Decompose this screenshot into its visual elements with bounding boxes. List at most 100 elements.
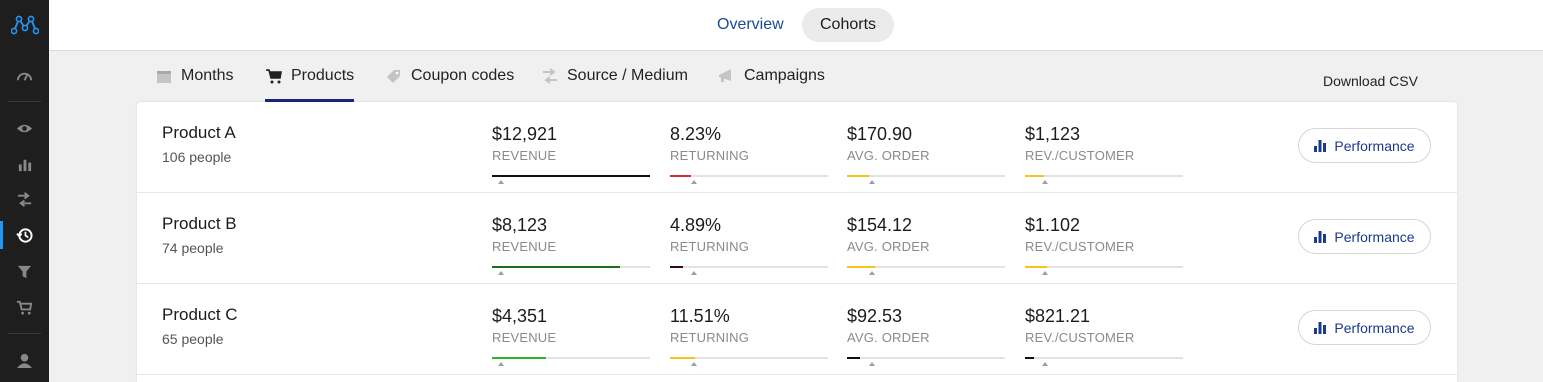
subtab-label: Coupon codes bbox=[411, 67, 515, 84]
performance-button-label: Performance bbox=[1334, 319, 1415, 336]
metric-label: AVG. ORDER bbox=[847, 148, 930, 163]
metric-value: $821.21 bbox=[1025, 306, 1091, 326]
metric-label: REVENUE bbox=[492, 148, 557, 163]
shuffle-icon[interactable] bbox=[0, 184, 49, 214]
metric-value: $170.90 bbox=[847, 124, 913, 144]
metric-bar-track bbox=[670, 266, 828, 268]
metric-value: $154.12 bbox=[847, 215, 913, 235]
metric-bar-fill bbox=[492, 357, 546, 359]
eye-icon[interactable] bbox=[0, 113, 49, 143]
history-icon[interactable] bbox=[0, 220, 49, 250]
cart-icon bbox=[265, 67, 283, 85]
average-marker-icon bbox=[498, 362, 504, 366]
average-marker-icon bbox=[869, 180, 875, 184]
metric-bar-fill bbox=[670, 175, 691, 177]
product-people-count: 65 people bbox=[162, 331, 224, 347]
metric-rev-per-customer: $821.21 REV./CUSTOMER bbox=[1025, 305, 1183, 367]
table-row: Product B 74 people $8,123 REVENUE 4.89% RETU… bbox=[137, 193, 1457, 284]
metric-value: 4.89% bbox=[670, 215, 722, 235]
cart-icon[interactable] bbox=[0, 292, 49, 322]
average-marker-icon bbox=[869, 271, 875, 275]
product-people-count: 74 people bbox=[162, 240, 224, 256]
metric-bar-fill bbox=[492, 266, 620, 268]
metric-avg-order: $154.12 AVG. ORDER bbox=[847, 214, 1005, 276]
subtab-products[interactable]: Products bbox=[265, 62, 355, 102]
funnel-icon[interactable] bbox=[0, 256, 49, 286]
download-csv-link[interactable]: Download CSV bbox=[1323, 72, 1418, 90]
metric-label: REV./CUSTOMER bbox=[1025, 239, 1135, 254]
product-name: Product B bbox=[162, 214, 237, 233]
metric-bar-track bbox=[847, 175, 1005, 177]
subtab-coupon-codes[interactable]: Coupon codes bbox=[385, 62, 514, 102]
average-marker-icon bbox=[691, 180, 697, 184]
metric-value: $8,123 bbox=[492, 215, 548, 235]
average-marker-icon bbox=[1042, 180, 1048, 184]
subtab-label: Products bbox=[291, 67, 355, 84]
performance-button-label: Performance bbox=[1334, 228, 1415, 245]
metric-rev-per-customer: $1.102 REV./CUSTOMER bbox=[1025, 214, 1183, 276]
subtab-campaigns[interactable]: Campaigns bbox=[718, 62, 825, 102]
bar-chart-icon bbox=[1314, 139, 1327, 152]
speedometer-icon[interactable] bbox=[0, 61, 49, 91]
metric-bar-fill bbox=[1025, 175, 1044, 177]
bar-chart-icon[interactable] bbox=[0, 149, 49, 179]
user-icon[interactable] bbox=[0, 345, 49, 375]
metric-bar-track bbox=[1025, 175, 1183, 177]
performance-button[interactable]: Performance bbox=[1298, 128, 1431, 163]
metric-bar-track bbox=[847, 266, 1005, 268]
metric-bar-track bbox=[492, 266, 650, 268]
metric-label: AVG. ORDER bbox=[847, 239, 930, 254]
metric-bar-fill bbox=[847, 266, 876, 268]
metric-label: REVENUE bbox=[492, 330, 557, 345]
products-card: Product A 106 people $12,921 REVENUE 8.23% RE… bbox=[137, 102, 1457, 382]
metric-bar-track bbox=[670, 357, 828, 359]
metric-revenue: $8,123 REVENUE bbox=[492, 214, 650, 276]
logo-icon[interactable] bbox=[0, 0, 49, 50]
metric-value: 11.51% bbox=[670, 306, 730, 326]
metric-bar-track bbox=[492, 357, 650, 359]
metric-bar-fill bbox=[492, 175, 650, 177]
metric-bar-fill bbox=[847, 175, 870, 177]
product-name: Product C bbox=[162, 305, 238, 324]
metric-bar-fill bbox=[847, 357, 860, 359]
tab-overview[interactable]: Overview bbox=[699, 8, 802, 42]
subtab-label: Campaigns bbox=[744, 67, 825, 84]
product-people-count: 106 people bbox=[162, 149, 232, 165]
metric-avg-order: $92.53 AVG. ORDER bbox=[847, 305, 1005, 367]
average-marker-icon bbox=[498, 180, 504, 184]
bar-chart-icon bbox=[1314, 321, 1327, 334]
metric-returning: 8.23% RETURNING bbox=[670, 123, 828, 185]
average-marker-icon bbox=[691, 362, 697, 366]
metric-value: $12,921 bbox=[492, 124, 558, 144]
metric-bar-fill bbox=[670, 357, 696, 359]
shuffle-icon bbox=[541, 67, 559, 85]
subtab-label: Months bbox=[181, 67, 234, 84]
metric-label: RETURNING bbox=[670, 148, 750, 163]
metric-bar-track bbox=[1025, 357, 1183, 359]
table-row: Product C 65 people $4,351 REVENUE 11.51% RET… bbox=[137, 284, 1457, 375]
metric-avg-order: $170.90 AVG. ORDER bbox=[847, 123, 1005, 185]
average-marker-icon bbox=[869, 362, 875, 366]
metric-bar-track bbox=[670, 175, 828, 177]
metric-revenue: $12,921 REVENUE bbox=[492, 123, 650, 185]
metric-value: $4,351 bbox=[492, 306, 548, 326]
subtab-months[interactable]: Months bbox=[155, 62, 233, 102]
performance-button[interactable]: Performance bbox=[1298, 219, 1431, 254]
subtab-source-medium[interactable]: Source / Medium bbox=[541, 62, 688, 102]
performance-button-label: Performance bbox=[1334, 137, 1415, 154]
bar-chart-icon bbox=[1314, 230, 1327, 243]
metric-bar-fill bbox=[1025, 266, 1048, 268]
metric-label: REV./CUSTOMER bbox=[1025, 330, 1135, 345]
subtab-label: Source / Medium bbox=[567, 67, 688, 84]
metric-value: $92.53 bbox=[847, 306, 903, 326]
metric-bar-track bbox=[847, 357, 1005, 359]
tab-cohorts[interactable]: Cohorts bbox=[802, 8, 895, 42]
average-marker-icon bbox=[1042, 271, 1048, 275]
metric-label: REV./CUSTOMER bbox=[1025, 148, 1135, 163]
performance-button[interactable]: Performance bbox=[1298, 310, 1431, 345]
top-bar: Overview Cohorts bbox=[49, 0, 1543, 51]
calendar-icon bbox=[155, 67, 173, 85]
metric-value: $1.102 bbox=[1025, 215, 1081, 235]
metric-bar-fill bbox=[670, 266, 683, 268]
metric-value: 8.23% bbox=[670, 124, 722, 144]
